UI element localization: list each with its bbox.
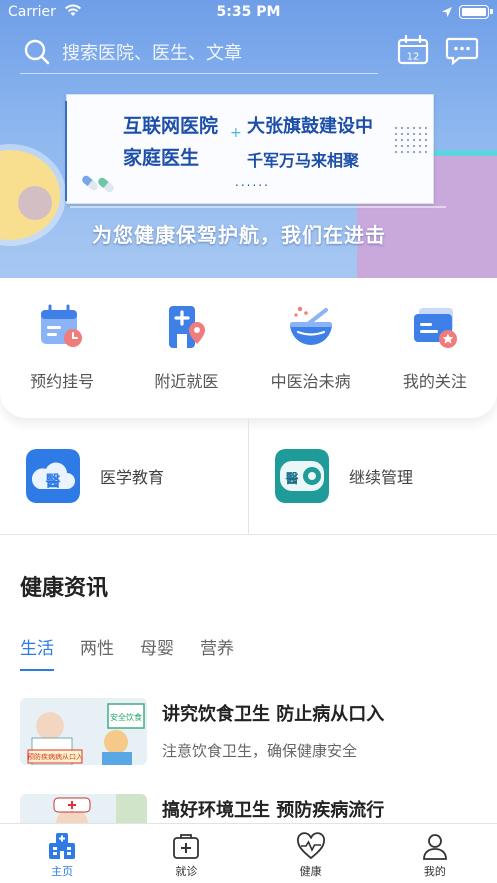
banner-line2-right: 千军万马来相聚 [247,151,360,170]
quick-actions: 预约挂号 附近就医 中医治未病 我的关注 [0,278,497,418]
quick-action-appointment[interactable]: 预约挂号 [0,278,124,418]
search-icon [24,39,50,64]
quick-action-label: 我的关注 [402,372,467,391]
article-title: 讲究饮食卫生 防止病从口入 [162,704,385,725]
svg-text:醫: 醫 [45,472,60,490]
quick-action-label: 中医治未病 [270,372,351,391]
medical-kit-icon [173,834,200,859]
article-subtitle: 注意饮食卫生，确保健康安全 [162,742,358,760]
poster-accent-line [65,101,67,201]
cloud-medicine-icon: 醫 [26,449,80,503]
tab-label: 我的 [423,865,446,878]
calendar-day: 12 [407,52,420,63]
search-bar[interactable]: 搜索医院、医生、文章 [20,30,378,74]
svg-text:预防疾病病从口入: 预防疾病病从口入 [27,752,83,761]
tab-home[interactable]: 主页 [0,824,124,883]
hospital-icon [49,833,76,859]
news-tabs: 生活 两性 母婴 营养 [20,634,234,671]
quick-action-label: 附近就医 [154,372,219,391]
user-icon [422,834,447,860]
battery-icon [459,5,493,19]
quick-action-nearby[interactable]: 附近就医 [124,278,248,418]
banner-dots: ...... [235,175,270,189]
svg-text:醫: 醫 [285,472,298,487]
banner-poster: 互联网医院 + 大张旗鼓建设中 家庭医生 千军万马来相聚 ...... [65,94,434,204]
bottom-tab-bar: 主页 就诊 健康 我的 [0,823,497,883]
tab-health[interactable]: 健康 [249,824,373,883]
tab-life[interactable]: 生活 [20,634,54,671]
education-label: 继续管理 [349,468,414,487]
tab-gender[interactable]: 两性 [80,634,114,671]
calendar-clock-icon [41,304,83,347]
banner-line1-right: 大张旗鼓建设中 [247,116,373,137]
location-arrow-icon [442,7,452,17]
search-placeholder: 搜索医院、医生、文章 [62,42,242,64]
tab-label: 就诊 [175,865,198,878]
status-time: 5:35 PM [216,4,281,20]
message-icon[interactable] [445,34,479,66]
tab-label: 主页 [51,865,74,878]
education-label: 医学教育 [100,468,165,487]
status-bar: Carrier 5:35 PM [0,0,497,26]
article-thumbnail: 安全饮食 预防疾病病从口入 [20,698,147,765]
medicine-gear-icon: 醫 [275,449,329,503]
article-item[interactable]: 安全饮食 预防疾病病从口入 讲究饮食卫生 防止病从口入 注意饮食卫生，确保健康安… [20,698,480,768]
quick-action-label: 预约挂号 [30,372,95,391]
quick-action-tcm[interactable]: 中医治未病 [249,278,373,418]
capsule-icon [79,174,119,195]
svg-text:安全饮食: 安全饮食 [110,712,142,722]
quick-action-following[interactable]: 我的关注 [373,278,497,418]
calendar-icon[interactable]: 12 [396,34,430,66]
hospital-location-icon [169,306,206,348]
medical-education-entry[interactable]: 醫 医学教育 [0,418,248,534]
tab-maternal[interactable]: 母婴 [140,634,174,671]
dot-grid-icon [393,125,427,155]
education-row: 醫 医学教育 醫 继续管理 [0,418,497,535]
heart-pulse-icon [296,832,325,860]
tab-mine[interactable]: 我的 [373,824,497,883]
herbal-bowl-icon [289,306,332,345]
continuing-management-entry[interactable]: 醫 继续管理 [248,418,497,534]
banner-decor-dot [18,186,52,220]
tab-label: 健康 [299,865,322,878]
tab-nutrition[interactable]: 营养 [200,634,234,671]
article-title: 搞好环境卫生 预防疾病流行 [162,800,385,821]
tab-visit[interactable]: 就诊 [124,824,248,883]
banner-line1-left: 互联网医院 [123,115,219,137]
banner-divider [70,206,446,208]
banner-line2-left: 家庭医生 [123,147,200,169]
status-right [441,5,493,19]
plus-icon: + [230,125,242,141]
banner-slogan: 为您健康保驾护航，我们在进击 [92,223,386,247]
section-title: 健康资讯 [20,576,109,601]
id-card-star-icon [413,308,457,348]
